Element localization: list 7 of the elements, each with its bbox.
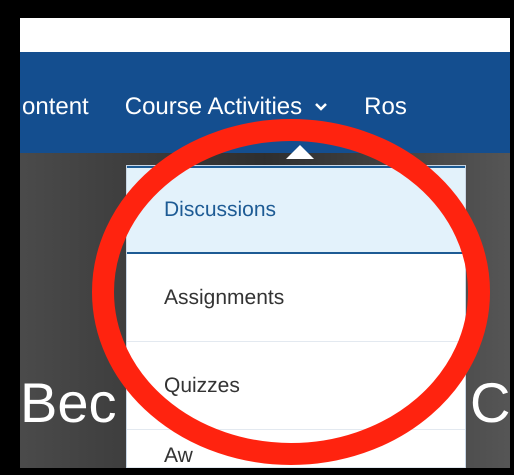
nav-link[interactable]: Ros: [364, 88, 407, 124]
nav-link[interactable]: ontent: [22, 88, 89, 124]
hero-title: Bec: [20, 375, 116, 431]
dropdown-pointer-icon: [286, 145, 314, 159]
nav-link[interactable]: Course Activities: [124, 88, 328, 124]
hero-title: C: [470, 375, 510, 431]
chevron-icon: [314, 102, 328, 112]
